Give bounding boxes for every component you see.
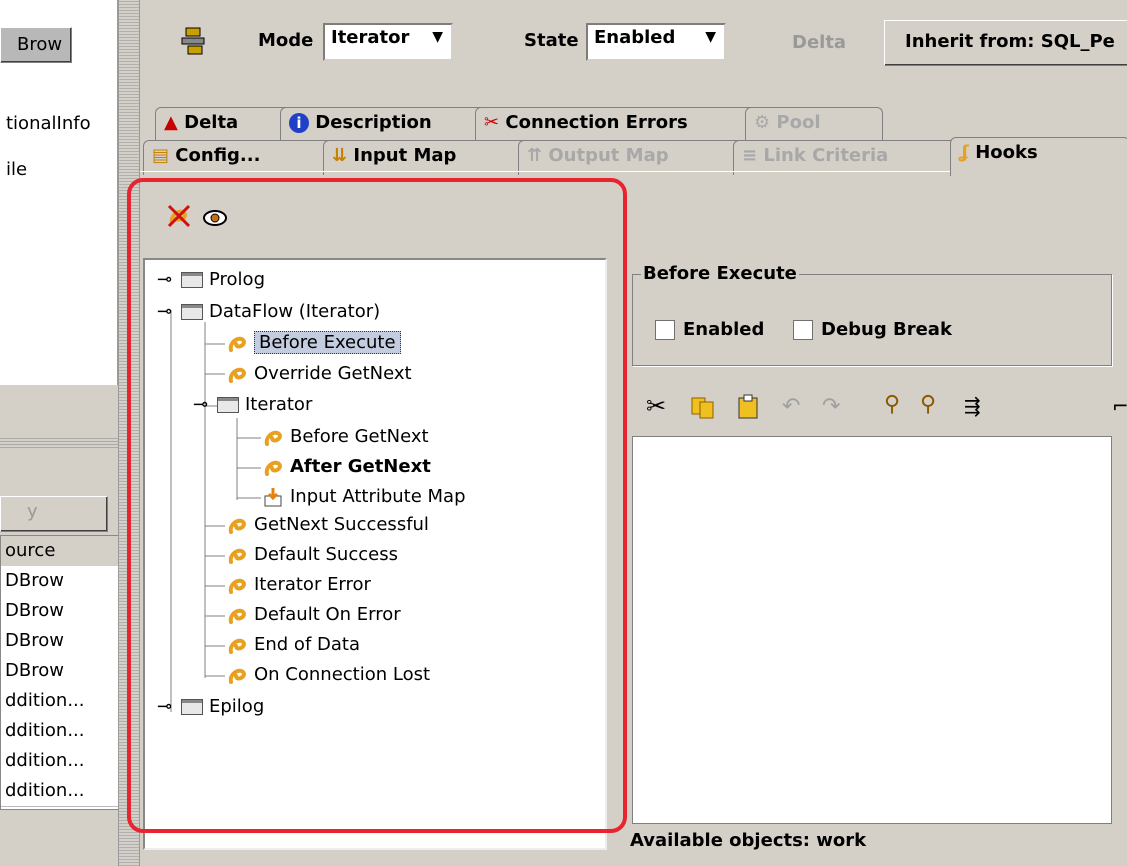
- table-cell: ddition...: [5, 750, 85, 771]
- mode-select-value: Iterator: [331, 27, 410, 48]
- link-criteria-icon: ≡: [742, 145, 758, 166]
- find-icon[interactable]: ⚲: [884, 392, 900, 417]
- undo-icon[interactable]: ↶: [782, 394, 800, 419]
- left-item-1[interactable]: ile: [6, 159, 27, 180]
- tab-link-criteria[interactable]: ≡ Link Criteria: [733, 140, 961, 175]
- table-row[interactable]: ddition...: [1, 716, 126, 747]
- left-item-0[interactable]: tionalInfo: [6, 113, 91, 134]
- tab-description-label: Description: [315, 112, 432, 133]
- info-icon: i: [289, 113, 309, 133]
- script-editor[interactable]: [632, 436, 1112, 824]
- connector-icon[interactable]: [180, 26, 208, 56]
- table-cell: ddition...: [5, 690, 85, 711]
- status-text: Available objects: work: [630, 830, 867, 851]
- more-icon[interactable]: ⌐: [1112, 394, 1127, 418]
- debug-break-checkbox[interactable]: Debug Break: [793, 319, 952, 340]
- tab-input-map-label: Input Map: [353, 145, 457, 166]
- mode-label: Mode: [258, 30, 314, 51]
- tab-pool-label: Pool: [776, 112, 821, 133]
- left-top-button[interactable]: Brow: [0, 27, 72, 63]
- delta-button[interactable]: Delta: [772, 22, 872, 64]
- enabled-checkbox-box[interactable]: [655, 320, 675, 340]
- tab-hooks[interactable]: ʆ Hooks: [950, 137, 1127, 176]
- debug-break-checkbox-box[interactable]: [793, 320, 813, 340]
- left-tab-stub[interactable]: y: [0, 496, 108, 532]
- tab-connection-errors[interactable]: ✂ Connection Errors: [475, 107, 758, 142]
- warning-icon: ▲: [164, 112, 178, 133]
- table-cell: DBrow: [5, 600, 64, 621]
- left-top-button-label: Brow: [17, 34, 63, 55]
- tab-config[interactable]: ▤ Config...: [143, 140, 336, 175]
- inherit-button-label: Inherit from: SQL_Pe: [905, 31, 1115, 52]
- highlight-rectangle: [127, 178, 627, 833]
- enabled-checkbox[interactable]: Enabled: [655, 319, 764, 340]
- mode-select[interactable]: Iterator ▼: [323, 23, 453, 61]
- hook-icon: ʆ: [959, 142, 969, 163]
- state-select[interactable]: Enabled ▼: [586, 23, 726, 61]
- input-map-icon: ⇊: [332, 145, 348, 166]
- table-cell: ddition...: [5, 720, 85, 741]
- tab-pool[interactable]: ⚙ Pool: [745, 107, 883, 142]
- editor-toolbar: ✂ ↶ ↷ ⚲ ⚲ ⇶ ⌐: [632, 388, 1127, 428]
- left-table-header-label: ource: [5, 540, 56, 561]
- tab-config-label: Config...: [175, 145, 261, 166]
- tab-input-map[interactable]: ⇊ Input Map: [323, 140, 531, 175]
- table-row[interactable]: ddition...: [1, 776, 126, 807]
- tab-output-map[interactable]: ⇈ Output Map: [518, 140, 746, 175]
- redo-icon[interactable]: ↷: [822, 394, 840, 419]
- hook-settings-title: Before Execute: [641, 263, 799, 284]
- output-map-icon: ⇈: [527, 145, 543, 166]
- tab-output-map-label: Output Map: [548, 145, 669, 166]
- state-select-value: Enabled: [594, 27, 676, 48]
- tab-hooks-label: Hooks: [975, 142, 1038, 163]
- left-table-header[interactable]: ource: [1, 536, 126, 567]
- chevron-down-icon: ▼: [432, 29, 443, 45]
- table-row[interactable]: DBrow: [1, 656, 126, 687]
- hook-settings-group: Before Execute Enabled Debug Break: [632, 263, 1112, 366]
- tab-link-criteria-label: Link Criteria: [763, 145, 889, 166]
- config-icon: ▤: [152, 145, 170, 166]
- table-cell: DBrow: [5, 630, 64, 651]
- pool-icon: ⚙: [754, 112, 771, 133]
- delta-button-label: Delta: [792, 32, 847, 53]
- left-splitter[interactable]: [0, 436, 118, 448]
- find-replace-icon[interactable]: ⚲: [920, 392, 936, 417]
- cut-icon[interactable]: ✂: [646, 392, 666, 420]
- table-row[interactable]: DBrow: [1, 596, 126, 627]
- table-row[interactable]: ddition...: [1, 686, 126, 717]
- tab-description[interactable]: i Description: [280, 107, 488, 142]
- chevron-down-icon: ▼: [705, 29, 716, 45]
- table-row[interactable]: DBrow: [1, 626, 126, 657]
- broken-connector-icon: ✂: [484, 112, 500, 133]
- toolbar: Mode Iterator ▼ State Enabled ▼ Delta In…: [140, 0, 1127, 85]
- copy-icon[interactable]: [690, 396, 716, 420]
- tab-delta[interactable]: ▲ Delta: [155, 107, 293, 142]
- enabled-checkbox-label: Enabled: [683, 319, 765, 340]
- table-cell: DBrow: [5, 660, 64, 681]
- left-tab-stub-label: y: [27, 501, 38, 522]
- table-row[interactable]: ddition...: [1, 746, 126, 777]
- goto-line-icon[interactable]: ⇶: [964, 394, 981, 418]
- table-cell: ddition...: [5, 780, 85, 801]
- tab-connection-errors-label: Connection Errors: [505, 112, 688, 133]
- tab-delta-label: Delta: [184, 112, 239, 133]
- paste-icon[interactable]: [736, 394, 760, 420]
- table-cell: DBrow: [5, 570, 64, 591]
- inherit-button[interactable]: Inherit from: SQL_Pe: [884, 20, 1127, 66]
- left-table: ource DBrow DBrow DBrow DBrow ddition...…: [0, 535, 126, 810]
- state-label: State: [524, 30, 579, 51]
- debug-break-checkbox-label: Debug Break: [821, 319, 952, 340]
- table-row[interactable]: DBrow: [1, 566, 126, 597]
